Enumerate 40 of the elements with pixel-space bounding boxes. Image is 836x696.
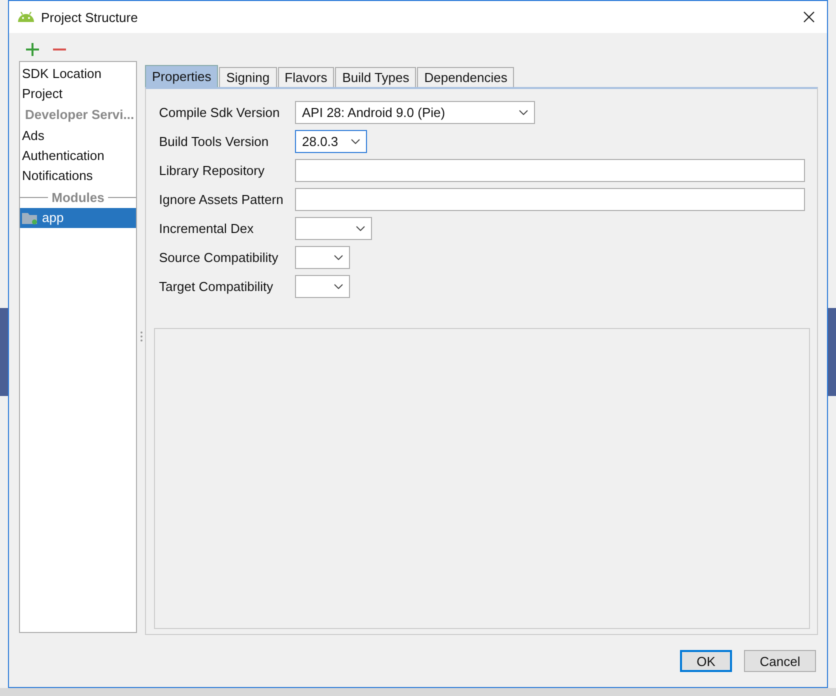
close-icon[interactable] [803, 11, 815, 23]
dialog-button[interactable]: OK [680, 650, 732, 672]
tab[interactable]: Signing [219, 67, 277, 87]
field-label: Build Tools Version [159, 134, 270, 149]
field-label: Source Compatibility [159, 250, 280, 265]
add-icon[interactable] [26, 42, 39, 56]
window-title: Project Structure [41, 10, 139, 24]
input-field[interactable] [295, 188, 805, 211]
sidebar-item[interactable]: Ads [20, 126, 136, 146]
chevron-icon [334, 284, 343, 289]
tab[interactable]: Flavors [278, 67, 334, 87]
dropdown[interactable] [295, 246, 350, 269]
dropdown[interactable]: 28.0.3 [295, 130, 367, 153]
chevron-icon [351, 139, 360, 144]
chevron-icon [519, 110, 528, 115]
android-icon [17, 11, 35, 23]
field-label: Ignore Assets Pattern [159, 192, 284, 207]
field-label: Library Repository [159, 163, 266, 178]
tab[interactable]: Properties [145, 65, 218, 87]
field-label: Incremental Dex [159, 221, 255, 236]
chevron-icon [334, 255, 343, 260]
tab[interactable]: Dependencies [417, 67, 514, 87]
sidebar-item[interactable]: Project [20, 84, 136, 104]
sidebar-header: Developer Servi... [24, 106, 136, 124]
dropdown[interactable] [295, 275, 350, 298]
sidebar-item[interactable]: SDK Location [20, 64, 136, 84]
module-item[interactable]: app [20, 208, 136, 228]
dropdown[interactable]: API 28: Android 9.0 (Pie) [295, 101, 535, 124]
field-label: Compile Sdk Version [159, 105, 281, 120]
tab[interactable]: Build Types [335, 67, 416, 87]
splitter-grip-icon[interactable] [140, 330, 142, 342]
module-folder-icon [22, 212, 38, 224]
chevron-icon [356, 226, 365, 231]
field-label: Target Compatibility [159, 279, 274, 294]
section-header: Modules [52, 190, 104, 204]
dialog-button[interactable]: Cancel [744, 650, 816, 672]
input-field[interactable] [295, 159, 805, 182]
sidebar-item[interactable]: Notifications [20, 166, 136, 186]
dropdown[interactable] [295, 217, 372, 240]
sidebar-item[interactable]: Authentication [20, 146, 136, 166]
